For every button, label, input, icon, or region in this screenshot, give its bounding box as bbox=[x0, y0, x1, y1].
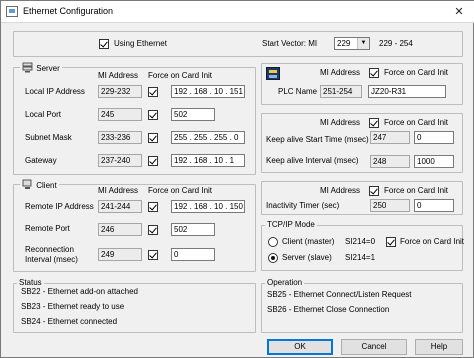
cancel-button[interactable]: Cancel bbox=[341, 339, 407, 355]
keepalive-group: MI Address Force on Card Init Keep alive… bbox=[261, 113, 463, 173]
status-line-sb23: SB23 - Ethernet ready to use bbox=[21, 302, 125, 311]
tcpip-mode-group bbox=[261, 225, 463, 271]
client-title-text: Client bbox=[36, 181, 57, 190]
keepalive-force-checkbox[interactable] bbox=[369, 118, 379, 128]
gateway-force-checkbox[interactable] bbox=[148, 156, 158, 166]
app-icon bbox=[6, 6, 18, 17]
keepalive-start-input[interactable]: 0 bbox=[414, 131, 454, 144]
server-force-header: Force on Card Init bbox=[148, 71, 213, 80]
subnet-mask-label: Subnet Mask bbox=[25, 133, 72, 142]
reconnection-mi: 249 bbox=[98, 248, 142, 261]
server-mi-header: MI Address bbox=[98, 71, 139, 80]
plc-name-input[interactable]: JZ20-R31 bbox=[368, 85, 446, 98]
local-port-input[interactable]: 502 bbox=[171, 108, 215, 121]
plc-mi-header: MI Address bbox=[320, 68, 361, 77]
reconnection-force-checkbox[interactable] bbox=[148, 250, 158, 260]
operation-line-sb25: SB25 - Ethernet Connect/Listen Request bbox=[267, 290, 412, 299]
inactivity-mi: 250 bbox=[370, 199, 410, 212]
server-slave-sb: SI214=1 bbox=[345, 253, 376, 262]
keepalive-interval-mi: 248 bbox=[370, 155, 410, 168]
server-group-title: Server bbox=[20, 62, 62, 73]
client-computer-icon bbox=[22, 179, 32, 189]
remote-ip-mi: 241-244 bbox=[98, 200, 142, 213]
server-icon bbox=[22, 62, 33, 73]
reconnection-label-line2: Interval (msec) bbox=[25, 255, 78, 264]
keepalive-start-mi: 247 bbox=[370, 131, 410, 144]
local-port-mi: 245 bbox=[98, 108, 142, 121]
inactivity-group: MI Address Force on Card Init Inactivity… bbox=[261, 181, 463, 215]
remote-ip-label: Remote IP Address bbox=[25, 202, 94, 211]
remote-port-label: Remote Port bbox=[25, 224, 70, 233]
using-ethernet-checkbox[interactable] bbox=[99, 39, 109, 49]
start-vector-range: 229 - 254 bbox=[379, 39, 413, 48]
plc-mi: 251-254 bbox=[320, 85, 362, 98]
plc-icon bbox=[266, 67, 280, 80]
status-line-sb22: SB22 - Ethernet add-on attached bbox=[21, 287, 138, 296]
start-vector-value: 229 bbox=[337, 39, 351, 48]
inactivity-label: Inactivity Timer (sec) bbox=[266, 201, 340, 210]
local-port-force-checkbox[interactable] bbox=[148, 110, 158, 120]
tcpip-force-checkbox[interactable] bbox=[386, 237, 396, 247]
gateway-mi: 237-240 bbox=[98, 154, 142, 167]
ok-button[interactable]: OK bbox=[267, 339, 333, 355]
chevron-down-icon[interactable]: ▼ bbox=[357, 38, 369, 49]
plc-force-checkbox[interactable] bbox=[369, 68, 379, 78]
local-ip-mi: 229-232 bbox=[98, 85, 142, 98]
client-group-title: Client bbox=[20, 179, 59, 190]
close-button[interactable]: ✕ bbox=[447, 3, 471, 21]
gateway-label: Gateway bbox=[25, 156, 57, 165]
keepalive-force-label: Force on Card Init bbox=[384, 118, 449, 127]
plc-force-label: Force on Card Init bbox=[384, 68, 449, 77]
keepalive-interval-input[interactable]: 1000 bbox=[414, 155, 454, 168]
client-force-header: Force on Card Init bbox=[148, 186, 213, 195]
inactivity-force-label: Force on Card Init bbox=[384, 186, 449, 195]
title-bar: Ethernet Configuration ✕ bbox=[1, 1, 474, 23]
subnet-mask-force-checkbox[interactable] bbox=[148, 133, 158, 143]
inactivity-input[interactable]: 0 bbox=[414, 199, 454, 212]
tcpip-force-label: Force on Card Init bbox=[400, 237, 465, 246]
local-ip-label: Local IP Address bbox=[25, 87, 85, 96]
tcpip-mode-title: TCP/IP Mode bbox=[265, 220, 317, 229]
keepalive-interval-label: Keep alive Interval (msec) bbox=[266, 156, 359, 165]
reconnection-input[interactable]: 0 bbox=[171, 248, 215, 261]
window-title: Ethernet Configuration bbox=[23, 6, 114, 16]
subnet-mask-mi: 233-236 bbox=[98, 131, 142, 144]
plc-name-group: MI Address Force on Card Init PLC Name 2… bbox=[261, 63, 463, 105]
start-vector-label: Start Vector: MI bbox=[262, 39, 318, 48]
ethernet-configuration-dialog: Ethernet Configuration ✕ Using Ethernet … bbox=[0, 0, 474, 358]
subnet-mask-input[interactable]: 255 . 255 . 255 . 0 bbox=[171, 131, 245, 144]
using-ethernet-label: Using Ethernet bbox=[114, 39, 167, 48]
client-mi-header: MI Address bbox=[98, 186, 139, 195]
local-ip-force-checkbox[interactable] bbox=[148, 87, 158, 97]
remote-ip-force-checkbox[interactable] bbox=[148, 202, 158, 212]
gateway-input[interactable]: 192 . 168 . 10 . 1 bbox=[171, 154, 245, 167]
help-button[interactable]: Help bbox=[415, 339, 463, 355]
general-group: Using Ethernet Start Vector: MI 229 ▼ 22… bbox=[13, 31, 463, 57]
local-port-label: Local Port bbox=[25, 110, 62, 119]
remote-port-mi: 246 bbox=[98, 223, 142, 236]
plc-name-label: PLC Name bbox=[278, 87, 318, 96]
inactivity-force-checkbox[interactable] bbox=[369, 186, 379, 196]
operation-title: Operation bbox=[265, 278, 305, 287]
server-slave-radio[interactable] bbox=[268, 253, 278, 263]
remote-ip-input[interactable]: 192 . 168 . 10 . 150 bbox=[171, 200, 245, 213]
remote-port-input[interactable]: 502 bbox=[171, 223, 215, 236]
server-slave-label: Server (slave) bbox=[282, 253, 332, 262]
client-master-label: Client (master) bbox=[282, 237, 335, 246]
local-ip-input[interactable]: 192 . 168 . 10 . 151 bbox=[171, 85, 245, 98]
operation-line-sb26: SB26 - Ethernet Close Connection bbox=[267, 305, 390, 314]
reconnection-label: Reconnection bbox=[25, 245, 74, 254]
client-master-radio[interactable] bbox=[268, 237, 278, 247]
inactivity-mi-header: MI Address bbox=[320, 186, 361, 195]
start-vector-select[interactable]: 229 ▼ bbox=[334, 37, 370, 50]
keepalive-mi-header: MI Address bbox=[320, 118, 361, 127]
status-line-sb24: SB24 - Ethernet connected bbox=[21, 317, 118, 326]
server-title-text: Server bbox=[36, 64, 60, 73]
remote-port-force-checkbox[interactable] bbox=[148, 225, 158, 235]
status-title: Status bbox=[17, 278, 44, 287]
client-master-sb: SI214=0 bbox=[345, 237, 376, 246]
keepalive-start-label: Keep alive Start Time (msec) bbox=[266, 135, 369, 144]
